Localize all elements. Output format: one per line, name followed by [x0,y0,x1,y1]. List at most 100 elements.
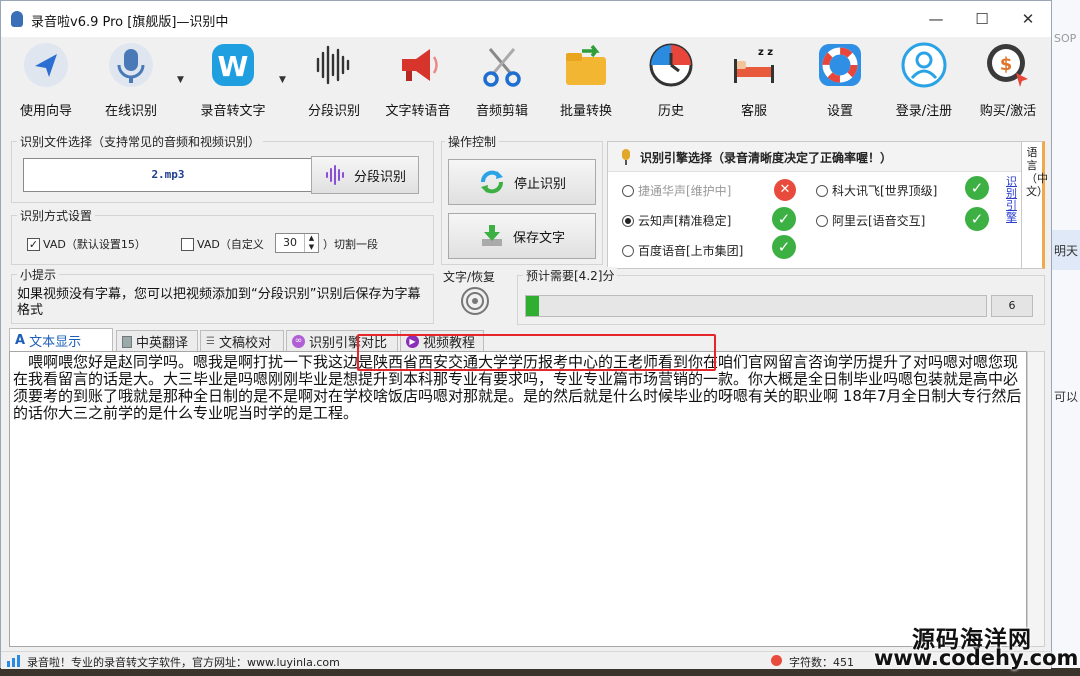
navigation-arrow-icon [24,43,68,87]
progress-bar [525,295,987,317]
engine-option-aliyun[interactable]: 阿里云[语音交互] [816,212,925,229]
language-tab-label: 语言（中文） [1026,146,1048,198]
tab-video-tutorial[interactable]: ▶ 视频教程 [400,330,484,352]
vertical-scrollbar[interactable] [1027,351,1045,647]
toolbar-text-to-speech-button[interactable]: 文字转语音 [379,41,457,119]
engine-option-baidu[interactable]: 百度语音[上市集团] [622,242,743,259]
svg-text:$: $ [1000,54,1013,75]
toolbar-segment-recognition-button[interactable]: 分段识别 [299,41,369,119]
tips-text: 如果视频没有字幕，您可以把视频添加到“分段识别”识别后保存为字幕格式 [17,287,421,318]
audio-to-text-dropdown-icon[interactable]: ▼ [279,75,286,85]
svg-text:z z: z z [758,47,773,58]
download-icon [481,225,502,246]
toolbar-batch-convert-button[interactable]: 批量转换 [551,41,621,119]
background-window-strip: SOP 明天 可以 [1052,0,1080,676]
file-path-input[interactable]: 2.mp3 [23,158,313,192]
waveform-icon [316,45,350,85]
w-logo-icon: W [212,44,254,86]
user-icon [901,42,947,88]
toolbar-settings-button[interactable]: 设置 [805,41,875,119]
main-toolbar: 使用向导 在线识别 ▼ W 录音转文字 ▼ 分段识别 文字转语音 音频剪辑 批量… [1,37,1051,125]
book-icon [122,335,132,348]
engine-option-label: 科大讯飞[世界顶级] [832,184,938,198]
engine-option-iflytek[interactable]: 科大讯飞[世界顶级] [816,182,937,199]
engine-option-label: 云知声[精准稳定] [638,214,732,228]
transcript-textarea[interactable]: 喂啊喂您好是赵同学吗。嗯我是啊打扰一下我这边是陕西省西安交通大学学历报考中心的王… [9,351,1027,647]
file-selection-title: 识别文件选择（支持常见的音频和视频识别） [17,133,264,150]
toolbar-guide-button[interactable]: 使用向导 [11,41,81,119]
toolbar-purchase-button[interactable]: $ 购买/激活 [973,41,1043,119]
background-text-fragment: 明天 [1054,244,1079,258]
segment-length-stepper[interactable]: 30 ▲ ▼ [275,233,319,253]
engine-option-label: 捷通华声[维护中] [638,184,732,198]
stop-recognition-label: 停止识别 [513,176,566,192]
toolbar-label: 批量转换 [559,104,612,119]
segment-length-value[interactable]: 30 [276,234,304,252]
toolbar-label: 登录/注册 [895,104,953,119]
vad-custom-checkbox[interactable]: VAD（自定义 [181,236,264,252]
status-ok-icon: ✓ [772,207,796,231]
refresh-icon [480,170,503,194]
segment-recognition-button[interactable]: 分段识别 [311,156,419,194]
list-icon: ☰ [206,336,215,347]
signal-bars-icon [7,655,20,667]
vad-default-checkbox[interactable]: ✓ VAD（默认设置15） [27,236,146,252]
progress-label: 预计需要[4.2]分 [523,267,618,284]
svg-text:W: W [218,50,249,83]
recognition-mode-title: 识别方式设置 [17,207,96,224]
tab-proofreading[interactable]: ☰ 文稿校对 [200,330,284,352]
tab-label: 视频教程 [423,336,476,351]
tab-label: 识别引擎对比 [309,336,388,351]
radio-icon [816,184,828,197]
toolbar-support-button[interactable]: z z 客服 [719,41,789,119]
engine-option-jietong[interactable]: 捷通华声[维护中] [622,182,731,199]
toolbar-audio-edit-button[interactable]: 音频剪辑 [467,41,537,119]
radio-icon [622,184,634,197]
stop-recognition-button[interactable]: 停止识别 [448,159,596,205]
window-title: 录音啦v6.9 Pro [旗舰版]—识别中 [31,15,229,30]
toolbar-history-button[interactable]: 历史 [636,41,706,119]
operation-control-title: 操作控制 [445,133,500,150]
close-button[interactable]: ✕ [1005,1,1051,37]
status-message: 录音啦！专业的录音转文字软件，官方网址：www.luyinla.com [27,656,340,669]
toolbar-audio-to-text-button[interactable]: W 录音转文字 [194,41,272,119]
language-tab[interactable]: 语言（中文） [1021,141,1048,269]
background-text-fragment: 可以 [1054,390,1079,404]
background-text-fragment: SOP [1054,32,1077,45]
engine-selection-panel: 识别引擎选择（录音清晰度决定了正确率喔！） 捷通华声[维护中] ✕ 科大讯飞[世… [607,141,1025,269]
engine-link[interactable]: 识别引擎 [1006,176,1020,224]
progress-counter: 6 [991,295,1033,317]
tab-engine-compare[interactable]: ∞ 识别引擎对比 [286,330,398,352]
status-ok-icon: ✓ [965,176,989,200]
toolbar-login-button[interactable]: 登录/注册 [887,41,961,119]
scissors-icon [483,48,521,87]
text-a-icon: A [15,333,26,348]
title-bar: 录音啦v6.9 Pro [旗舰版]—识别中 — ☐ ✕ [1,1,1051,37]
segment-length-suffix: ）切割一段 [323,238,378,251]
save-text-label: 保存文字 [512,230,565,246]
microphone-icon [109,43,153,87]
stepper-arrows-icon[interactable]: ▲ ▼ [304,234,318,252]
minimize-button[interactable]: — [913,1,959,37]
toolbar-label: 历史 [657,104,684,119]
online-recognition-dropdown-icon[interactable]: ▼ [177,75,184,85]
tab-label: 文稿校对 [218,336,271,351]
tab-label: 中英翻译 [136,336,189,351]
toolbar-label: 设置 [826,104,853,119]
toolbar-online-recognition-button[interactable]: 在线识别 [96,41,166,119]
radio-selected-icon [622,214,634,227]
restore-disc-icon[interactable] [460,286,490,316]
toolbar-label: 客服 [740,104,767,119]
character-count: 字符数：451 [789,656,854,669]
engine-option-unisound[interactable]: 云知声[精准稳定] [622,212,731,229]
microphone-icon [622,149,630,165]
maximize-button[interactable]: ☐ [959,1,1005,37]
save-text-button[interactable]: 保存文字 [448,213,596,259]
history-clock-icon [649,43,693,87]
status-ok-icon: ✓ [965,207,989,231]
waveform-icon [325,165,344,185]
tips-title: 小提示 [17,266,60,283]
tab-translation[interactable]: 中英翻译 [116,330,198,352]
radio-icon [816,214,828,227]
tab-text-display[interactable]: A 文本显示 [9,328,113,352]
